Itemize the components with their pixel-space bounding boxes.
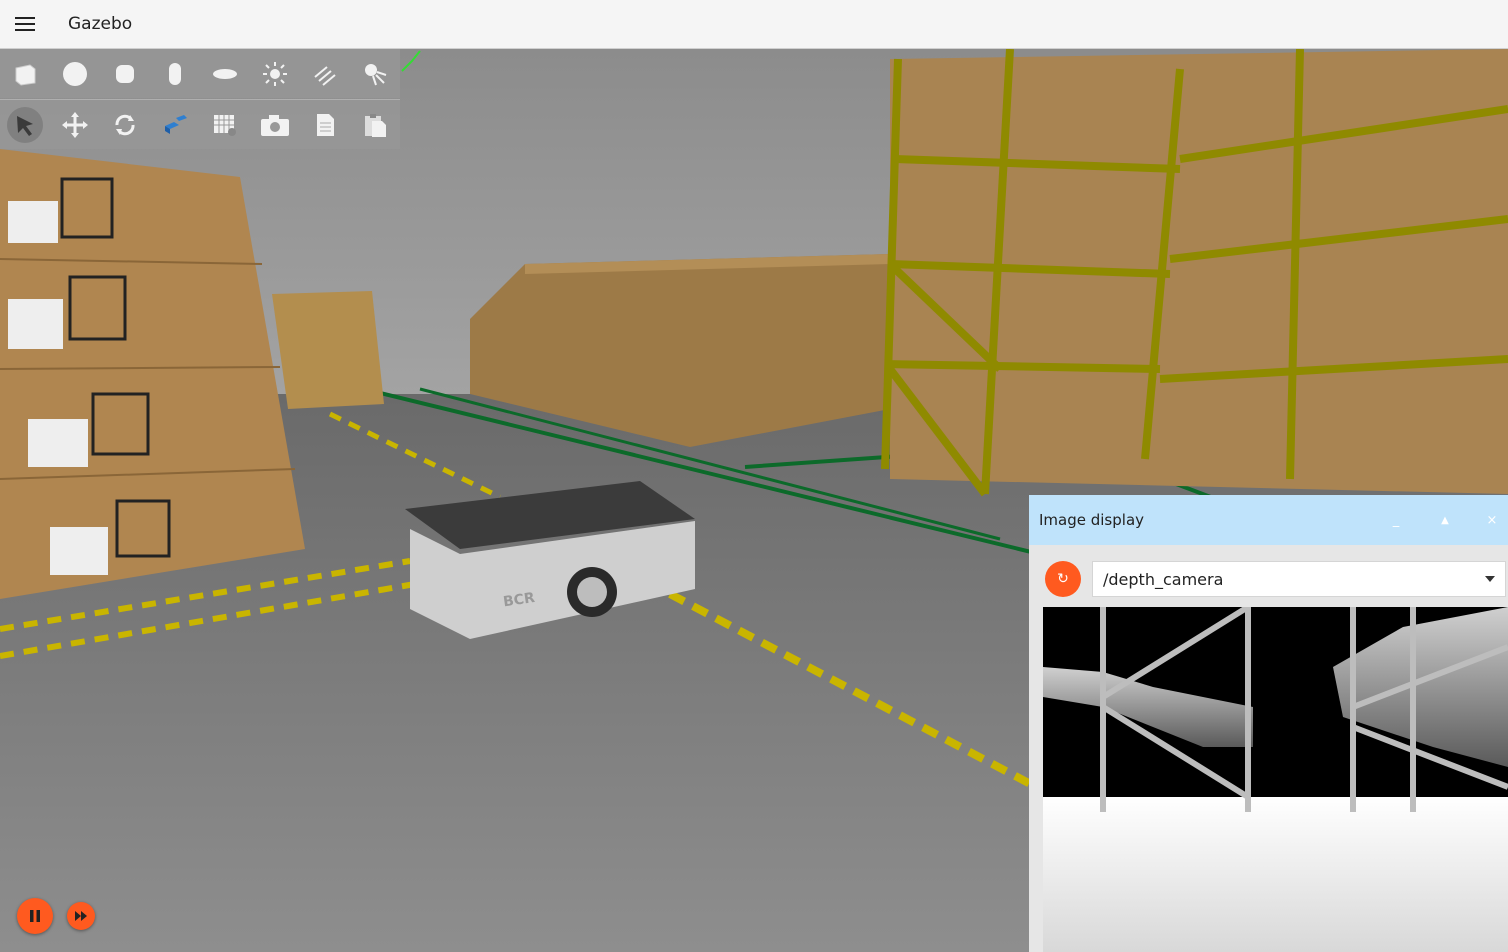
screenshot-button[interactable]	[257, 107, 293, 143]
transform-toolbar	[0, 99, 400, 149]
topic-select-value: /depth_camera	[1103, 569, 1224, 589]
minimize-button[interactable]: _	[1385, 509, 1407, 531]
panel-title: Image display	[1039, 511, 1145, 529]
screenshot-icon	[261, 114, 289, 136]
refresh-icon: ↻	[1057, 571, 1069, 587]
refresh-button[interactable]: ↻	[1045, 561, 1081, 597]
add-directional-light-button[interactable]	[307, 56, 343, 92]
capsule-icon	[169, 62, 181, 85]
translate-icon	[62, 111, 88, 138]
close-button[interactable]: ×	[1481, 509, 1503, 531]
box-icon	[15, 63, 36, 86]
copy-icon	[317, 113, 334, 136]
topic-select[interactable]: /depth_camera	[1092, 561, 1506, 597]
translate-mode-button[interactable]	[57, 107, 93, 143]
hamburger-menu-button[interactable]	[0, 0, 49, 49]
add-capsule-button[interactable]	[157, 56, 193, 92]
fast-forward-icon	[75, 911, 87, 921]
grid-snap-button[interactable]	[207, 107, 243, 143]
add-spot-light-button[interactable]	[357, 56, 393, 92]
ellipsoid-icon	[213, 68, 237, 79]
copy-button[interactable]	[307, 107, 343, 143]
rotate-icon	[115, 114, 135, 135]
add-point-light-button[interactable]	[257, 56, 293, 92]
panel-header[interactable]: Image display _ ▲ ×	[1029, 495, 1508, 545]
depth-image-view	[1043, 607, 1508, 952]
add-sphere-button[interactable]	[57, 56, 93, 92]
step-forward-button[interactable]	[67, 902, 95, 930]
hamburger-icon	[14, 17, 35, 31]
paste-button[interactable]	[357, 107, 393, 143]
maximize-button[interactable]: ▲	[1434, 509, 1456, 531]
directional-light-icon	[314, 65, 336, 86]
cylinder-icon	[116, 64, 134, 83]
rotate-mode-button[interactable]	[107, 107, 143, 143]
transform-control-button[interactable]	[157, 107, 193, 143]
paste-icon	[365, 113, 386, 137]
sun-light-icon	[263, 61, 287, 86]
image-display-panel: Image display _ ▲ × ↻ /depth_camera	[1029, 495, 1508, 952]
sphere-icon	[63, 61, 87, 86]
select-icon	[17, 115, 33, 136]
add-cylinder-button[interactable]	[107, 56, 143, 92]
title-bar: Gazebo	[0, 0, 1508, 49]
add-ellipsoid-button[interactable]	[207, 56, 243, 92]
app-title: Gazebo	[68, 14, 133, 34]
add-box-button[interactable]	[7, 56, 43, 92]
spot-light-icon	[365, 63, 387, 85]
pause-button[interactable]	[17, 898, 53, 934]
pause-icon	[30, 910, 40, 922]
shapes-toolbar	[0, 49, 400, 98]
grid-snap-icon	[214, 114, 236, 136]
chevron-down-icon	[1475, 576, 1505, 582]
select-mode-button[interactable]	[7, 106, 43, 143]
transform-control-icon	[165, 114, 187, 134]
